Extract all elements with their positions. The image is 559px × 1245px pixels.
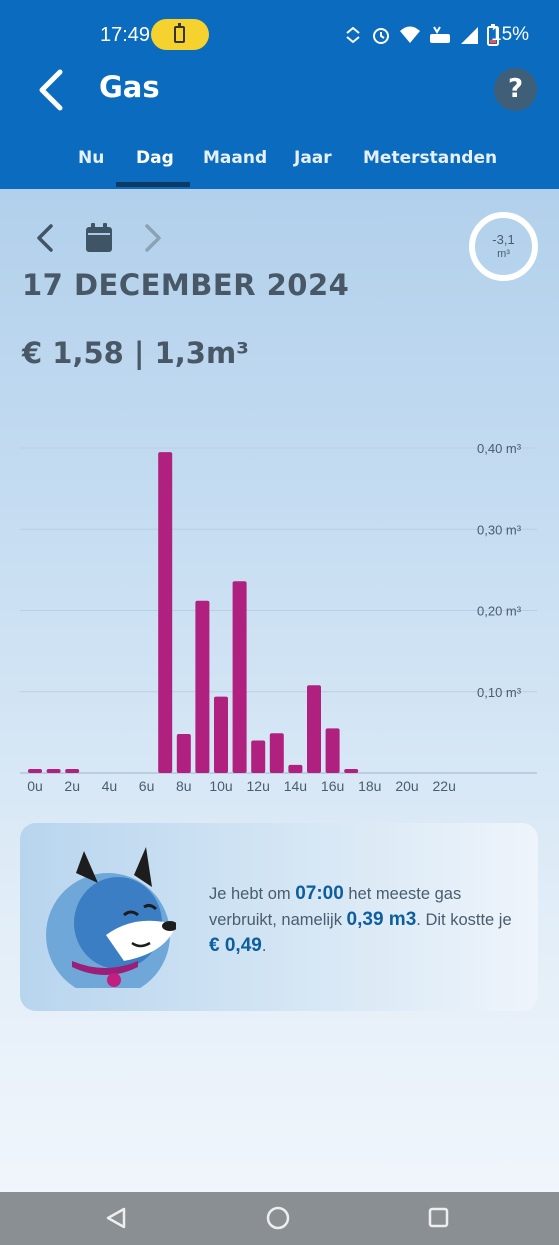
tab-meterstanden[interactable]: Meterstanden: [363, 148, 497, 168]
usage-delta-badge: -3,1 m³: [469, 212, 538, 281]
active-tab-indicator: [116, 182, 190, 187]
period-tabs: Nu Dag Maand Jaar Meterstanden: [0, 144, 559, 189]
status-time: 17:49: [100, 24, 151, 46]
fox-mascot-icon: [46, 847, 176, 988]
calendar-icon[interactable]: [85, 223, 113, 253]
tab-nu[interactable]: Nu: [78, 148, 104, 168]
system-recents-icon[interactable]: [428, 1207, 449, 1228]
volte-icon: [430, 26, 450, 43]
x-tick-label: 10u: [209, 778, 232, 794]
peak-hour: 07:00: [295, 883, 344, 904]
battery-percent: 15%: [491, 24, 530, 45]
selected-date: 17 DECEMBER 2024: [22, 268, 350, 302]
bar-2u[interactable]: [65, 768, 80, 773]
x-tick-label: 22u: [433, 778, 456, 794]
app-header: Gas ? Nu Dag Maand Jaar Meterstanden: [0, 56, 559, 189]
x-tick-label: 2u: [64, 778, 80, 794]
back-arrow-icon[interactable]: [30, 68, 70, 112]
page-title: Gas: [99, 70, 160, 104]
delta-unit: m³: [497, 248, 510, 260]
next-day-icon[interactable]: [141, 222, 165, 254]
x-tick-label: 16u: [321, 778, 344, 794]
tab-dag[interactable]: Dag: [136, 148, 174, 168]
delta-value: -3,1: [492, 232, 515, 247]
x-tick-label: 0u: [27, 778, 43, 794]
bar-11u[interactable]: [232, 581, 247, 773]
bar-9u[interactable]: [195, 600, 210, 773]
bar-15u[interactable]: [307, 685, 321, 773]
system-home-icon[interactable]: [266, 1206, 290, 1230]
insight-part-1: Je hebt om: [209, 885, 296, 903]
y-tick-label: 0,30 m³: [477, 522, 522, 537]
daily-summary: € 1,58 | 1,3m³: [22, 336, 249, 370]
tab-jaar[interactable]: Jaar: [294, 148, 332, 168]
insight-text: Je hebt om 07:00 het meeste gas verbruik…: [209, 881, 519, 959]
system-navigation-bar: [0, 1192, 559, 1245]
tab-maand[interactable]: Maand: [203, 148, 267, 168]
y-tick-label: 0,20 m³: [477, 604, 522, 619]
wifi-icon: [400, 26, 420, 43]
previous-day-icon[interactable]: [33, 222, 57, 254]
peak-cost: € 0,49: [209, 935, 262, 956]
insight-part-3: . Dit kostte je: [416, 911, 512, 929]
x-tick-label: 4u: [102, 778, 118, 794]
help-button[interactable]: ?: [494, 68, 537, 111]
bar-1u[interactable]: [46, 768, 61, 773]
bar-12u[interactable]: [251, 740, 266, 774]
insight-card: Je hebt om 07:00 het meeste gas verbruik…: [20, 823, 538, 1011]
signal-icon: [461, 27, 478, 44]
insight-part-4: .: [261, 937, 267, 955]
status-icons: [343, 24, 499, 46]
x-tick-label: 14u: [284, 778, 307, 794]
alarm-icon: [373, 28, 389, 44]
sync-icon: [346, 26, 360, 44]
y-tick-label: 0,10 m³: [477, 685, 522, 700]
bar-16u[interactable]: [325, 728, 340, 773]
hourly-gas-chart: 0,10 m³ 0,20 m³ 0,30 m³ 0,40 m³ 0u 2u 4u 6u 8u 10…: [20, 441, 537, 794]
peak-amount: 0,39 m3: [346, 909, 417, 930]
bar-14u[interactable]: [288, 764, 303, 773]
bar-0u[interactable]: [28, 768, 42, 773]
bar-13u[interactable]: [269, 733, 284, 773]
x-tick-label: 18u: [358, 778, 381, 794]
bar-8u[interactable]: [176, 734, 191, 773]
x-tick-label: 8u: [176, 778, 192, 794]
y-tick-label: 0,40 m³: [477, 441, 522, 456]
bar-17u[interactable]: [344, 768, 359, 773]
x-tick-label: 20u: [395, 778, 418, 794]
battery-icon: [174, 23, 185, 43]
x-tick-label: 12u: [247, 778, 270, 794]
x-tick-label: 6u: [139, 778, 155, 794]
bar-7u[interactable]: [158, 452, 173, 773]
bar-10u[interactable]: [214, 696, 228, 773]
system-back-icon[interactable]: [104, 1206, 128, 1230]
battery-saver-indicator: [151, 19, 209, 50]
